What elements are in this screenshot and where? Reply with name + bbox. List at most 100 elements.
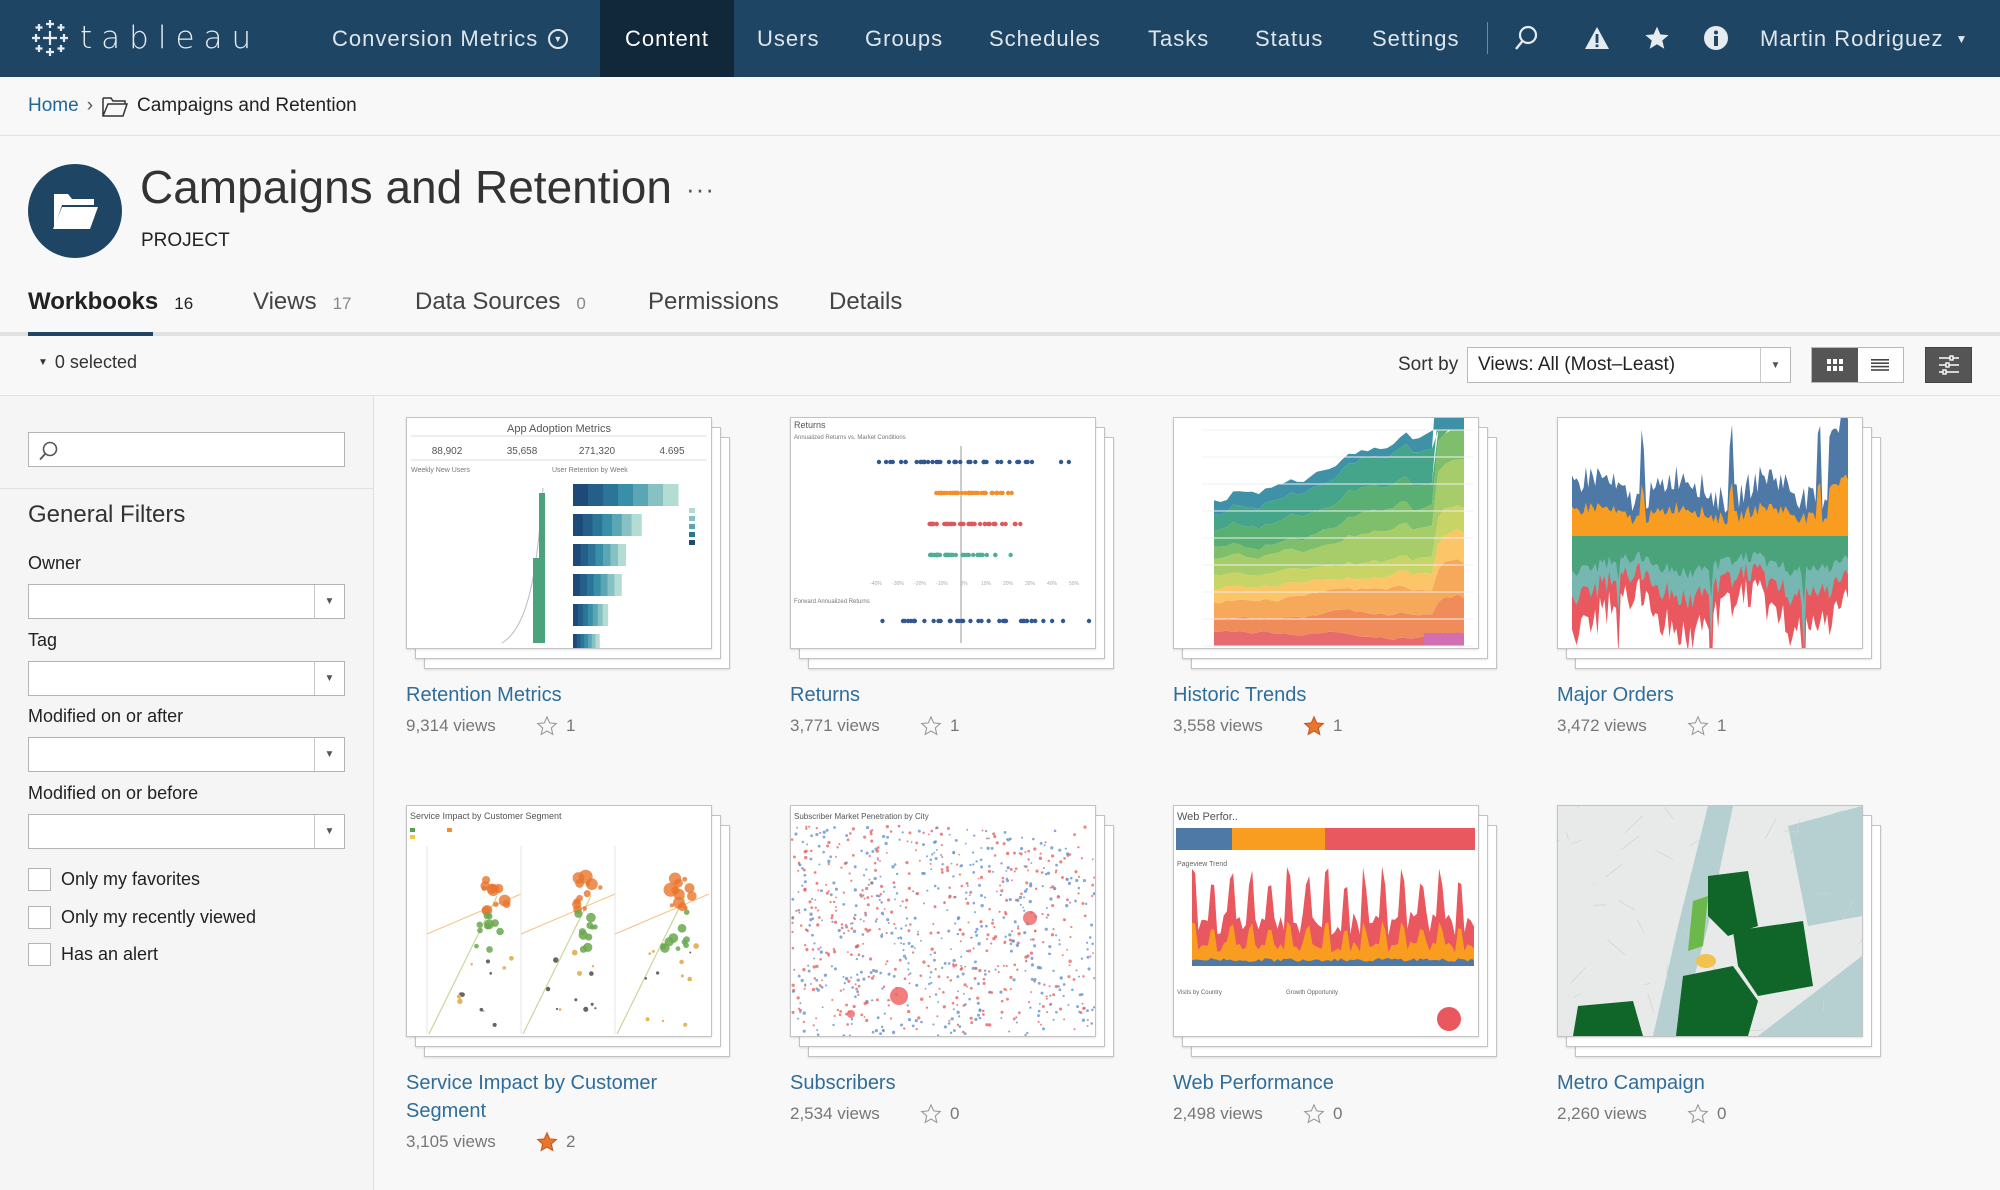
sort-by-select[interactable]: Views: All (Most–Least) ▼ bbox=[1467, 347, 1791, 383]
header-divider bbox=[0, 135, 2000, 136]
favorites-star-icon[interactable] bbox=[1642, 22, 1672, 54]
modified-before-select[interactable]: ▼ bbox=[28, 814, 345, 849]
workbook-card[interactable]: Historic Trends 3,558 views 1 bbox=[1173, 417, 1513, 737]
checkbox-box[interactable] bbox=[28, 868, 51, 891]
data-point bbox=[983, 490, 988, 496]
site-switcher[interactable]: Conversion Metrics ▼ bbox=[332, 0, 569, 77]
data-point bbox=[1039, 841, 1043, 845]
workbook-card[interactable]: Web Perfor.. Pageview Trend Visits by Coun… bbox=[1173, 805, 1513, 1125]
workbook-thumbnail[interactable]: Returns Annualized Returns vs. Market Con… bbox=[790, 417, 1130, 669]
data-point bbox=[1045, 997, 1048, 1000]
data-point bbox=[586, 912, 596, 923]
workbook-card[interactable]: Subscriber Market Penetration by City Su… bbox=[790, 805, 1130, 1125]
only-recently-viewed-checkbox[interactable]: Only my recently viewed bbox=[28, 906, 256, 929]
retention-bar bbox=[573, 514, 584, 536]
retention-bar bbox=[579, 574, 588, 596]
data-point bbox=[976, 982, 980, 986]
data-point bbox=[879, 971, 883, 975]
workbook-title[interactable]: Retention Metrics bbox=[406, 681, 706, 709]
workbook-card[interactable]: Metro Campaign 2,260 views 0 bbox=[1557, 805, 1897, 1125]
nav-settings[interactable]: Settings bbox=[1372, 0, 1460, 77]
data-point bbox=[833, 1014, 836, 1018]
thumbnail-preview: Returns Annualized Returns vs. Market Con… bbox=[790, 417, 1096, 649]
user-menu[interactable]: Martin Rodriguez ▼ bbox=[1760, 0, 1968, 77]
favorite-star-icon[interactable] bbox=[536, 715, 558, 737]
tag-filter-select[interactable]: ▼ bbox=[28, 661, 345, 696]
workbook-thumbnail[interactable] bbox=[1557, 805, 1897, 1057]
list-view-button[interactable] bbox=[1858, 348, 1904, 382]
workbook-card[interactable]: Service Impact by Customer Segment Servi… bbox=[406, 805, 746, 1153]
tab-details[interactable]: Details bbox=[829, 288, 902, 333]
nav-users[interactable]: Users bbox=[757, 0, 819, 77]
has-alert-checkbox[interactable]: Has an alert bbox=[28, 943, 158, 966]
nav-schedules[interactable]: Schedules bbox=[989, 0, 1101, 77]
checkbox-box[interactable] bbox=[28, 906, 51, 929]
workbook-thumbnail[interactable]: App Adoption Metrics 88,902 35,658 271,320 4… bbox=[406, 417, 746, 669]
nav-groups[interactable]: Groups bbox=[865, 0, 943, 77]
data-point bbox=[819, 957, 822, 961]
workbook-title[interactable]: Historic Trends bbox=[1173, 681, 1473, 709]
workbook-thumbnail[interactable]: Subscriber Market Penetration by City bbox=[790, 805, 1130, 1057]
data-point bbox=[904, 906, 908, 909]
favorite-star-icon[interactable] bbox=[920, 715, 942, 737]
more-actions-button[interactable]: ··· bbox=[686, 174, 715, 205]
data-point bbox=[846, 951, 849, 953]
data-point bbox=[791, 990, 795, 993]
workbook-card[interactable]: Major Orders 3,472 views 1 bbox=[1557, 417, 1897, 737]
tab-views[interactable]: Views 17 bbox=[253, 288, 352, 333]
data-point bbox=[908, 831, 912, 835]
nav-tasks[interactable]: Tasks bbox=[1148, 0, 1209, 77]
data-point bbox=[875, 906, 879, 910]
filter-panel-toggle[interactable] bbox=[1925, 347, 1972, 383]
workbook-thumbnail[interactable] bbox=[1557, 417, 1897, 669]
favorite-star-icon[interactable] bbox=[920, 1103, 942, 1125]
workbook-title[interactable]: Subscribers bbox=[790, 1069, 1090, 1097]
tab-workbooks[interactable]: Workbooks 16 bbox=[28, 288, 193, 333]
data-point bbox=[1081, 1002, 1084, 1005]
workbook-title[interactable]: Metro Campaign bbox=[1557, 1069, 1857, 1097]
checkbox-box[interactable] bbox=[28, 943, 51, 966]
workbook-card[interactable]: Returns Annualized Returns vs. Market Con… bbox=[790, 417, 1130, 737]
info-icon[interactable] bbox=[1701, 22, 1731, 54]
favorite-star-icon[interactable] bbox=[1687, 1103, 1709, 1125]
workbook-title[interactable]: Service Impact by Customer Segment bbox=[406, 1069, 706, 1125]
tab-data-sources[interactable]: Data Sources 0 bbox=[415, 288, 586, 333]
workbook-card[interactable]: App Adoption Metrics 88,902 35,658 271,320 4… bbox=[406, 417, 746, 737]
data-point bbox=[865, 886, 869, 891]
data-point bbox=[966, 459, 971, 465]
data-point bbox=[866, 896, 870, 899]
grid-view-button[interactable] bbox=[1812, 348, 1858, 382]
data-point bbox=[1047, 859, 1051, 863]
data-point bbox=[905, 861, 909, 865]
breadcrumb-home[interactable]: Home bbox=[28, 95, 79, 117]
owner-filter-select[interactable]: ▼ bbox=[28, 584, 345, 619]
data-point bbox=[985, 1023, 989, 1027]
nav-label: Status bbox=[1255, 25, 1324, 51]
tableau-logo[interactable]: tableau bbox=[30, 16, 260, 60]
data-point bbox=[953, 1029, 956, 1032]
search-input[interactable] bbox=[28, 432, 345, 467]
workbook-title[interactable]: Returns bbox=[790, 681, 1090, 709]
data-point bbox=[553, 957, 559, 963]
data-point bbox=[995, 841, 999, 845]
favorite-star-icon[interactable] bbox=[536, 1131, 558, 1153]
workbook-thumbnail[interactable]: Service Impact by Customer Segment bbox=[406, 805, 746, 1057]
data-point bbox=[811, 948, 815, 951]
only-favorites-checkbox[interactable]: Only my favorites bbox=[28, 868, 200, 891]
favorite-star-icon[interactable] bbox=[1303, 1103, 1325, 1125]
data-point bbox=[983, 896, 987, 899]
selection-menu[interactable]: ▼ 0 selected bbox=[38, 352, 137, 373]
nav-content[interactable]: Content bbox=[600, 0, 734, 77]
alert-icon[interactable] bbox=[1582, 22, 1612, 54]
data-point bbox=[671, 886, 680, 895]
favorite-star-icon[interactable] bbox=[1303, 715, 1325, 737]
favorite-star-icon[interactable] bbox=[1687, 715, 1709, 737]
modified-after-select[interactable]: ▼ bbox=[28, 737, 345, 772]
workbook-title[interactable]: Major Orders bbox=[1557, 681, 1857, 709]
search-icon[interactable] bbox=[1511, 22, 1541, 54]
workbook-thumbnail[interactable]: Web Perfor.. Pageview Trend Visits by Coun… bbox=[1173, 805, 1513, 1057]
workbook-title[interactable]: Web Performance bbox=[1173, 1069, 1473, 1097]
tab-permissions[interactable]: Permissions bbox=[648, 288, 779, 333]
nav-status[interactable]: Status bbox=[1255, 0, 1323, 77]
workbook-thumbnail[interactable] bbox=[1173, 417, 1513, 669]
